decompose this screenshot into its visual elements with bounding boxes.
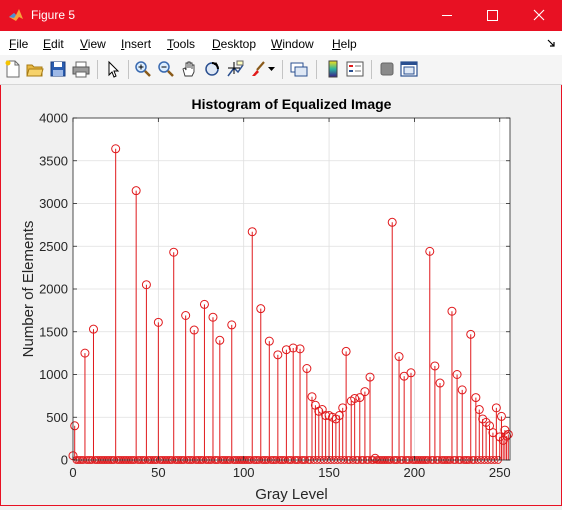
y-tick-label: 3000: [39, 196, 68, 211]
y-tick-label: 4000: [39, 111, 68, 126]
window-title: Figure 5: [31, 8, 76, 22]
print-icon[interactable]: [72, 60, 90, 78]
toolbar-separator: [97, 60, 98, 79]
y-tick-label: 2000: [39, 282, 68, 297]
menu-view[interactable]: View: [80, 37, 106, 51]
colorbar-icon[interactable]: [324, 60, 342, 78]
y-tick-label: 500: [46, 410, 68, 425]
brush-dropdown-icon[interactable]: [268, 67, 275, 72]
x-tick-label: 0: [69, 465, 76, 480]
maximize-button[interactable]: [470, 0, 516, 31]
toolbar-separator: [316, 60, 317, 79]
rotate-3d-icon[interactable]: [203, 60, 221, 78]
zoom-out-icon[interactable]: [157, 60, 175, 78]
y-axis-label: Number of Elements: [20, 221, 37, 358]
x-axis-label: Gray Level: [255, 486, 328, 503]
save-icon[interactable]: [49, 60, 67, 78]
link-plot-icon[interactable]: [290, 60, 308, 78]
open-file-icon[interactable]: [26, 60, 44, 78]
toolbar-separator: [128, 60, 129, 79]
chart-title: Histogram of Equalized Image: [192, 96, 392, 112]
legend-icon[interactable]: [346, 60, 364, 78]
show-plot-tools-icon[interactable]: [400, 60, 418, 78]
menu-insert[interactable]: Insert: [121, 37, 151, 51]
select-arrow-icon[interactable]: [104, 60, 122, 78]
x-tick-label: 250: [489, 465, 511, 480]
toolbar-separator: [282, 60, 283, 79]
menu-tools[interactable]: Tools: [167, 37, 195, 51]
y-tick-label: 1000: [39, 367, 68, 382]
menu-bar: File Edit View Insert Tools Desktop Wind…: [0, 31, 562, 55]
y-tick-label: 0: [61, 453, 68, 468]
menu-help[interactable]: Help: [332, 37, 357, 51]
matlab-logo-icon: [9, 9, 23, 21]
data-cursor-icon[interactable]: [226, 60, 244, 78]
title-bar[interactable]: Figure 5: [0, 0, 562, 31]
menu-file[interactable]: File: [9, 37, 28, 51]
close-button[interactable]: [516, 0, 562, 31]
hide-plot-tools-icon[interactable]: [378, 60, 396, 78]
toolbar-separator: [371, 60, 372, 79]
x-tick-label: 50: [151, 465, 165, 480]
menu-desktop[interactable]: Desktop: [212, 37, 256, 51]
brush-icon[interactable]: [249, 60, 267, 78]
x-tick-label: 150: [318, 465, 340, 480]
x-tick-label: 200: [404, 465, 426, 480]
y-tick-label: 1500: [39, 324, 68, 339]
dock-arrow-icon[interactable]: [547, 39, 556, 48]
histogram-chart[interactable]: 0 50 100 150 200 2500500100015002000250030003…: [1, 85, 561, 505]
menu-edit[interactable]: Edit: [43, 37, 64, 51]
y-tick-label: 2500: [39, 239, 68, 254]
minimize-button[interactable]: [424, 0, 470, 31]
menu-window[interactable]: Window: [271, 37, 314, 51]
new-figure-icon[interactable]: [4, 60, 22, 78]
x-tick-label: 100: [233, 465, 255, 480]
toolbar: [0, 55, 562, 85]
y-tick-label: 3500: [39, 153, 68, 168]
pan-hand-icon[interactable]: [180, 60, 198, 78]
figure-area: 0 50 100 150 200 250 0 500 1000 1500 2000 2500 3000 3…: [1, 85, 561, 505]
zoom-in-icon[interactable]: [134, 60, 152, 78]
